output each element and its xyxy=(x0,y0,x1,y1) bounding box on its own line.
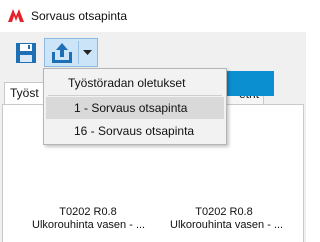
title-bar: Sorvaus otsapinta xyxy=(0,0,306,32)
export-defaults-button[interactable] xyxy=(44,38,98,67)
chevron-down-icon[interactable] xyxy=(83,50,92,56)
tab-operations[interactable]: Työst xyxy=(4,82,48,104)
save-icon xyxy=(16,43,36,63)
save-button[interactable] xyxy=(10,38,41,67)
tool-name: T0202 R0.8 xyxy=(195,206,253,218)
tool-description: Ulkorouhinta vasen - ... xyxy=(32,219,146,231)
tab-label: Työst xyxy=(10,86,39,100)
window-title: Sorvaus otsapinta xyxy=(31,9,128,23)
menu-separator xyxy=(48,95,222,96)
tool-description: Ulkorouhinta vasen - ... xyxy=(170,219,284,231)
menu-header: Työstöradan oletukset xyxy=(68,76,186,90)
menu-item-16[interactable]: 16 - Sorvaus otsapinta xyxy=(46,120,224,142)
toolbar xyxy=(0,32,306,72)
export-dropdown-menu: Työstöradan oletukset 1 - Sorvaus otsapi… xyxy=(43,68,227,145)
split-divider xyxy=(78,41,79,64)
menu-item-1[interactable]: 1 - Sorvaus otsapinta xyxy=(46,97,224,119)
tool-name: T0202 R0.8 xyxy=(59,206,117,218)
export-icon xyxy=(52,43,72,63)
app-logo-icon xyxy=(8,9,24,22)
